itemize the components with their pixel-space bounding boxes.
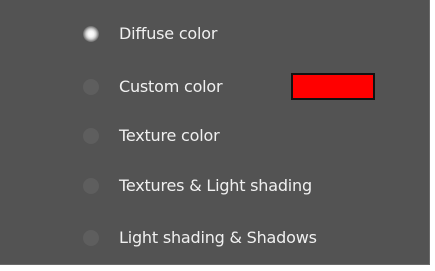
radio-option-label: Diffuse color bbox=[119, 24, 218, 43]
radio-button[interactable] bbox=[83, 178, 99, 194]
radio-option-light-shading-shadows[interactable]: Light shading & Shadows bbox=[83, 225, 317, 251]
radio-option-label: Texture color bbox=[119, 126, 220, 145]
radio-option-label: Textures & Light shading bbox=[119, 176, 312, 195]
radio-button[interactable] bbox=[83, 230, 99, 246]
radio-option-diffuse-color[interactable]: Diffuse color bbox=[83, 21, 217, 47]
radio-button[interactable] bbox=[83, 128, 99, 144]
shading-options-panel: Diffuse color Custom color Texture color… bbox=[0, 0, 430, 265]
radio-option-label: Custom color bbox=[119, 77, 223, 96]
radio-option-texture-color[interactable]: Texture color bbox=[83, 123, 220, 149]
radio-button-selected[interactable] bbox=[83, 26, 99, 42]
radio-option-label: Light shading & Shadows bbox=[119, 228, 317, 247]
radio-option-custom-color[interactable]: Custom color bbox=[83, 74, 223, 100]
radio-button[interactable] bbox=[83, 79, 99, 95]
custom-color-swatch[interactable] bbox=[291, 73, 375, 100]
radio-option-textures-light-shading[interactable]: Textures & Light shading bbox=[83, 173, 312, 199]
